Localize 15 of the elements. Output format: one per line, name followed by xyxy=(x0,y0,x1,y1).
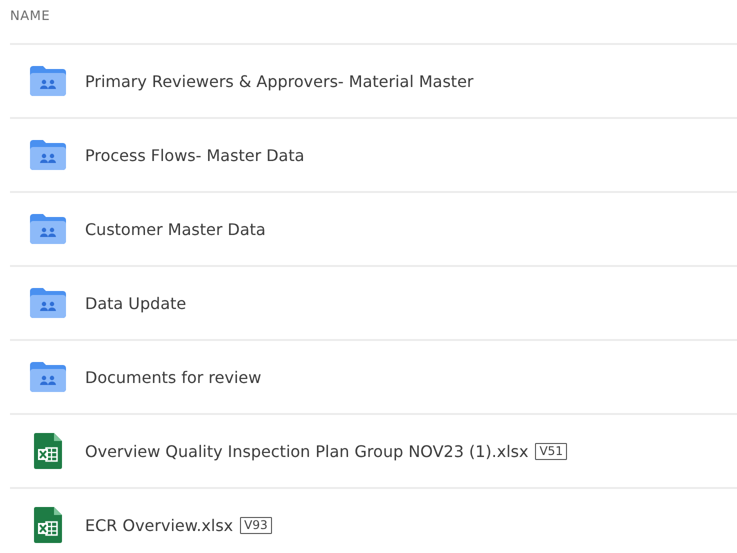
folder-name[interactable]: Documents for review xyxy=(85,368,262,386)
file-name[interactable]: Overview Quality Inspection Plan Group NOV23 (1).xlsx xyxy=(85,442,528,460)
shared-folder-icon xyxy=(28,361,68,393)
version-badge: V51 xyxy=(535,442,567,460)
version-badge: V93 xyxy=(240,516,272,534)
shared-folder-icon xyxy=(28,65,68,97)
shared-folder-icon xyxy=(28,139,68,171)
folder-name[interactable]: Primary Reviewers & Approvers- Material Master xyxy=(85,72,474,90)
shared-folder-icon xyxy=(28,287,68,319)
folder-name[interactable]: Customer Master Data xyxy=(85,220,266,238)
file-name[interactable]: ECR Overview.xlsx xyxy=(85,516,234,534)
shared-folder-icon xyxy=(28,213,68,245)
folder-name[interactable]: Data Update xyxy=(85,294,186,312)
column-header[interactable]: NAME xyxy=(10,9,50,24)
folder-name[interactable]: Process Flows- Master Data xyxy=(85,146,304,164)
